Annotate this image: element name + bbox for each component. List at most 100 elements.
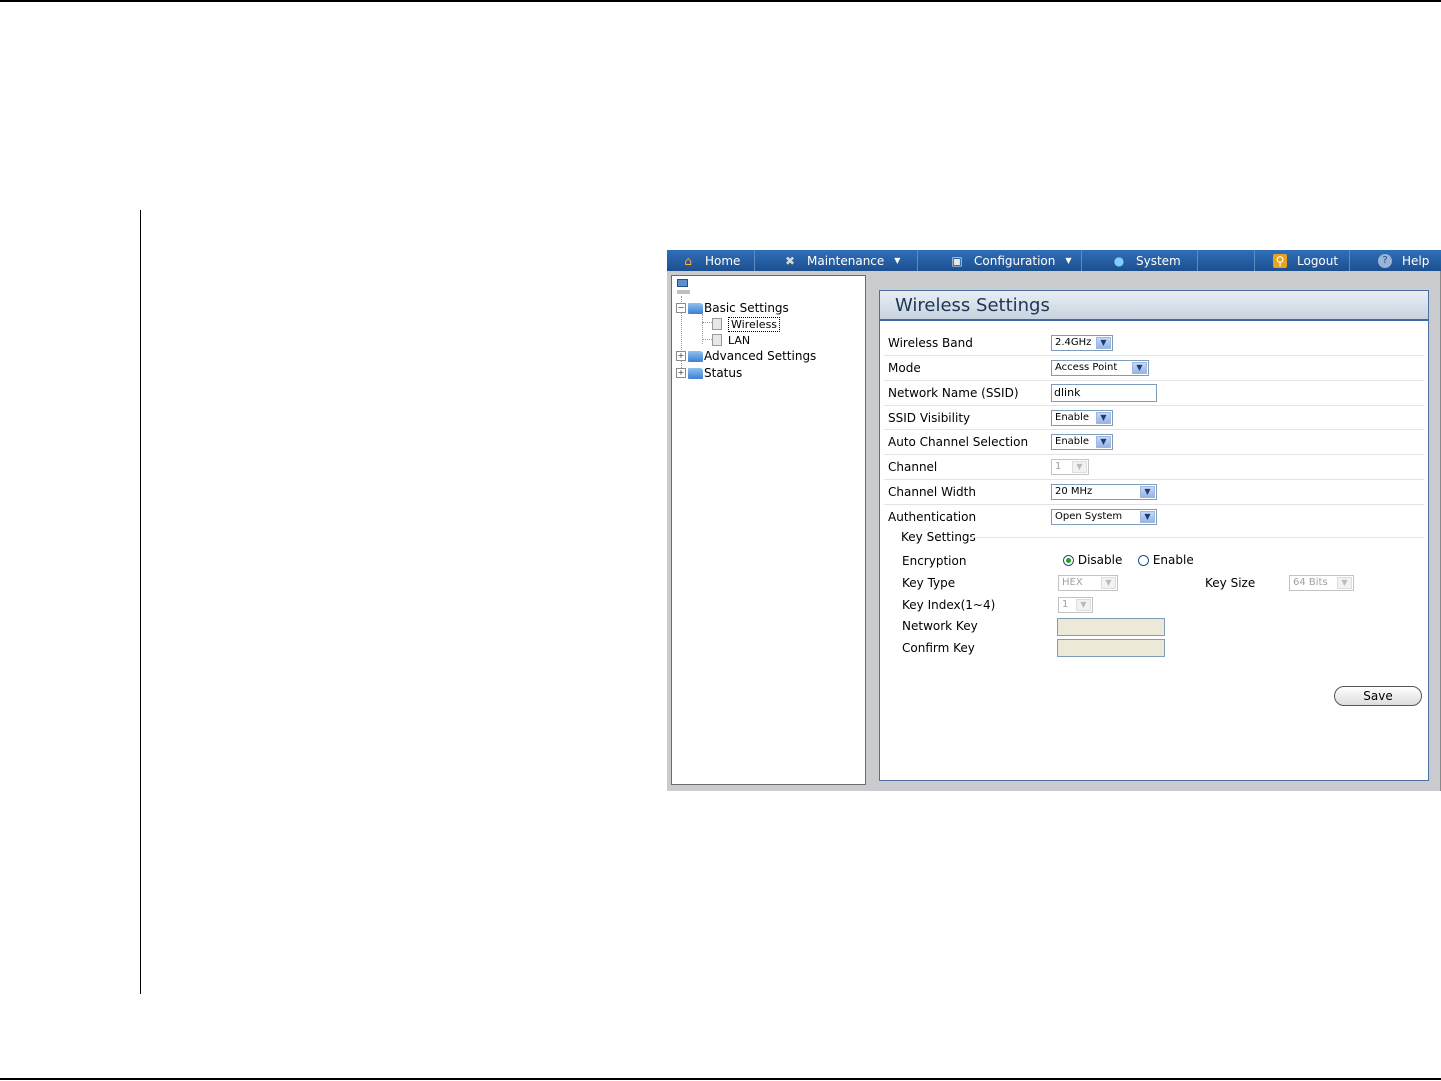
key-index-select[interactable]: 1 ▼ [1058, 597, 1093, 613]
channel-width-label: Channel Width [888, 485, 976, 499]
ssid-label: Network Name (SSID) [888, 386, 1019, 400]
menu-logout[interactable]: ⚲ Logout [1254, 250, 1350, 271]
key-settings-heading: Key Settings [901, 530, 976, 544]
chevron-down-icon: ▼ [1072, 461, 1087, 473]
menu-system-label: System [1136, 253, 1181, 268]
bottom-rule [0, 1078, 1441, 1080]
key-index-label: Key Index(1~4) [902, 598, 996, 612]
globe-icon: ● [1113, 253, 1125, 268]
tree-item-label: Wireless [728, 316, 781, 332]
chevron-down-icon: ▼ [1132, 362, 1147, 374]
chevron-down-icon: ▼ [1096, 412, 1111, 424]
floppy-icon: ▣ [951, 253, 963, 268]
tree-item-basic-settings[interactable]: − Basic Settings [676, 300, 789, 316]
row-divider [884, 504, 1424, 505]
ssid-input[interactable]: dlink [1051, 384, 1157, 402]
radio-enable[interactable] [1138, 555, 1149, 566]
chevron-down-icon: ▼ [1096, 436, 1111, 448]
tree-line [702, 339, 712, 340]
row-divider [884, 429, 1424, 430]
menu-home-label: Home [705, 253, 741, 268]
save-button[interactable]: Save [1334, 686, 1422, 706]
network-key-label: Network Key [902, 619, 978, 633]
chevron-down-icon: ▼ [1140, 511, 1155, 523]
menu-system[interactable]: ● System [1082, 250, 1198, 271]
ssid-visibility-value: Enable [1055, 412, 1090, 423]
folder-icon [688, 367, 703, 379]
key-size-select[interactable]: 64 Bits ▼ [1289, 575, 1354, 591]
menu-logout-label: Logout [1297, 253, 1339, 268]
channel-label: Channel [888, 460, 938, 474]
computer-icon [677, 279, 691, 295]
encryption-label: Encryption [902, 554, 967, 568]
encryption-disable-label: Disable [1077, 553, 1123, 567]
mode-select[interactable]: Access Point ▼ [1051, 360, 1149, 376]
ssid-visibility-select[interactable]: Enable ▼ [1051, 410, 1113, 426]
collapse-icon[interactable]: − [676, 303, 686, 313]
channel-width-select[interactable]: 20 MHz ▼ [1051, 484, 1157, 500]
expand-icon[interactable]: + [676, 351, 686, 361]
tools-icon: ✖ [784, 253, 796, 268]
menu-maintenance[interactable]: ✖ Maintenance ▼ [755, 250, 918, 271]
wireless-settings-panel: Wireless Settings Wireless Band 2.4GHz ▼… [879, 290, 1429, 781]
chevron-down-icon: ▼ [1076, 599, 1091, 611]
encryption-disable-option[interactable]: Disable [1063, 553, 1122, 567]
tree-line [702, 322, 712, 323]
row-divider [884, 380, 1424, 381]
row-divider [884, 355, 1424, 356]
menu-bar: ⌂ Home ✖ Maintenance ▼ ▣ Configuration ▼… [667, 250, 1441, 271]
app-window: ⌂ Home ✖ Maintenance ▼ ▣ Configuration ▼… [667, 250, 1441, 791]
wireless-band-value: 2.4GHz [1055, 337, 1092, 348]
row-divider [884, 405, 1424, 406]
page-icon [712, 334, 722, 346]
menu-home[interactable]: ⌂ Home [667, 250, 755, 271]
key-size-label: Key Size [1205, 576, 1256, 590]
authentication-select[interactable]: Open System ▼ [1051, 509, 1157, 525]
tree-item-label: Advanced Settings [704, 349, 817, 363]
tree-item-lan[interactable]: LAN [712, 332, 750, 348]
navigation-tree: − Basic Settings Wireless LAN + Advanced… [671, 275, 866, 785]
channel-select[interactable]: 1 ▼ [1051, 459, 1089, 475]
authentication-label: Authentication [888, 510, 977, 524]
expand-icon[interactable]: + [676, 368, 686, 378]
confirm-key-label: Confirm Key [902, 641, 975, 655]
ssid-visibility-label: SSID Visibility [888, 411, 971, 425]
folder-icon [688, 350, 703, 362]
channel-value: 1 [1055, 461, 1062, 472]
encryption-enable-option[interactable]: Enable [1138, 553, 1194, 567]
row-divider [884, 479, 1424, 480]
network-key-input[interactable] [1057, 618, 1165, 636]
page-icon [712, 318, 722, 330]
left-margin-rule [140, 210, 141, 994]
radio-disable[interactable] [1063, 555, 1074, 566]
authentication-value: Open System [1055, 511, 1123, 522]
key-type-select[interactable]: HEX ▼ [1058, 575, 1118, 591]
key-index-value: 1 [1062, 599, 1069, 610]
tree-item-label: Status [704, 366, 743, 380]
chevron-down-icon: ▼ [1096, 337, 1111, 349]
tree-item-wireless[interactable]: Wireless [712, 316, 781, 332]
chevron-down-icon: ▼ [894, 256, 901, 265]
menu-help-label: Help [1402, 253, 1430, 268]
encryption-enable-label: Enable [1152, 553, 1194, 567]
menu-configuration-label: Configuration [974, 253, 1056, 268]
auto-channel-label: Auto Channel Selection [888, 435, 1029, 449]
row-divider [884, 454, 1424, 455]
menu-configuration[interactable]: ▣ Configuration ▼ [918, 250, 1082, 271]
key-size-value: 64 Bits [1293, 577, 1328, 588]
tree-item-status[interactable]: + Status [676, 365, 742, 381]
confirm-key-input[interactable] [1057, 639, 1165, 657]
tree-item-label: Basic Settings [704, 301, 789, 315]
tree-item-advanced-settings[interactable]: + Advanced Settings [676, 348, 816, 364]
channel-width-value: 20 MHz [1055, 486, 1093, 497]
menu-help[interactable]: ? Help [1350, 250, 1441, 271]
chevron-down-icon: ▼ [1337, 577, 1352, 589]
wireless-band-label: Wireless Band [888, 336, 973, 350]
auto-channel-select[interactable]: Enable ▼ [1051, 434, 1113, 450]
menu-spacer [1198, 250, 1254, 271]
key-icon: ⚲ [1273, 253, 1287, 268]
chevron-down-icon: ▼ [1101, 577, 1116, 589]
tree-item-label: LAN [728, 333, 751, 347]
mode-value: Access Point [1055, 362, 1118, 373]
wireless-band-select[interactable]: 2.4GHz ▼ [1051, 335, 1113, 351]
